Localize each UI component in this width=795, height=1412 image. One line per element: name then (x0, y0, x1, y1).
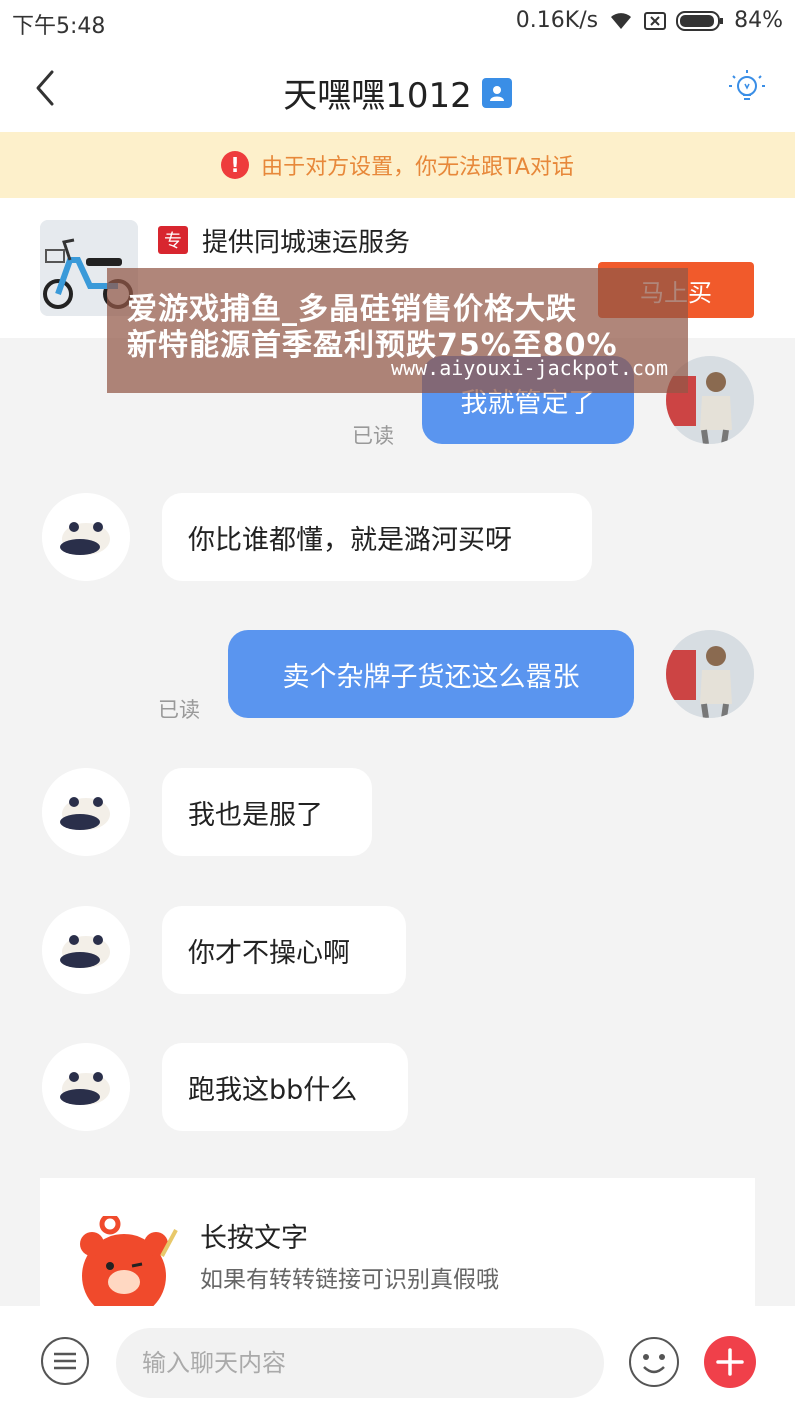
contact-avatar[interactable] (42, 1043, 130, 1131)
panda-avatar-icon (42, 906, 130, 994)
message-bubble-sent[interactable]: 卖个杂牌子货还这么嚣张 (228, 630, 634, 718)
bear-mascot-icon (64, 1213, 184, 1306)
product-title: 提供同城速运服务 (202, 228, 411, 258)
emoji-button[interactable] (628, 1336, 680, 1388)
panda-avatar-icon (42, 768, 130, 856)
tip-subtitle: 如果有转转链接可识别真假哦 (200, 1267, 499, 1293)
more-actions-button[interactable] (704, 1336, 756, 1388)
exclusive-tag: 专 (158, 226, 188, 254)
status-bar: 下午5:48 0.16K/s 84% (0, 0, 795, 42)
wifi-icon (608, 11, 634, 31)
tip-card: 长按文字 如果有转转链接可识别真假哦 (40, 1178, 755, 1306)
chat-input-bar (0, 1306, 795, 1412)
plus-icon (716, 1348, 744, 1376)
ad-watermark: 爱游戏捕鱼_多晶硅销售价格大跌 新特能源首季盈利预跌75%至80% www.ai… (107, 268, 688, 393)
message-input[interactable] (116, 1328, 604, 1398)
status-indicators: 0.16K/s 84% (516, 8, 783, 33)
lightbulb-icon[interactable] (727, 68, 767, 108)
message-bubble-received[interactable]: 你比谁都懂，就是潞河买呀 (162, 493, 592, 581)
message-bubble-received[interactable]: 跑我这bb什么 (162, 1043, 408, 1131)
battery-level: 84% (734, 8, 783, 33)
smiley-icon (629, 1337, 679, 1387)
message-bubble-received[interactable]: 我也是服了 (162, 768, 372, 856)
watermark-url: www.aiyouxi-jackpot.com (391, 356, 668, 380)
no-sim-icon (644, 11, 667, 31)
read-status: 已读 (158, 698, 200, 722)
status-time: 下午5:48 (12, 14, 106, 39)
my-avatar[interactable] (666, 630, 754, 718)
menu-icon (41, 1337, 89, 1385)
menu-button[interactable] (40, 1336, 90, 1386)
panda-avatar-icon (42, 1043, 130, 1131)
panda-avatar-icon (42, 493, 130, 581)
network-speed: 0.16K/s (515, 8, 599, 33)
battery-icon (676, 10, 724, 32)
verified-user-icon (481, 77, 512, 108)
nav-title-group: 天嘿嘿1012 (0, 68, 795, 117)
contact-avatar[interactable] (42, 906, 130, 994)
page-title: 天嘿嘿1012 (283, 76, 472, 116)
nav-bar: 天嘿嘿1012 (0, 42, 795, 132)
message-bubble-received[interactable]: 你才不操心啊 (162, 906, 406, 994)
chat-restriction-warning: ! 由于对方设置，你无法跟TA对话 (0, 132, 795, 198)
warning-text: 由于对方设置，你无法跟TA对话 (261, 155, 574, 180)
contact-avatar[interactable] (42, 768, 130, 856)
contact-avatar[interactable] (42, 493, 130, 581)
alert-icon: ! (221, 151, 250, 179)
read-status: 已读 (352, 424, 394, 448)
tip-title: 长按文字 (200, 1223, 308, 1254)
